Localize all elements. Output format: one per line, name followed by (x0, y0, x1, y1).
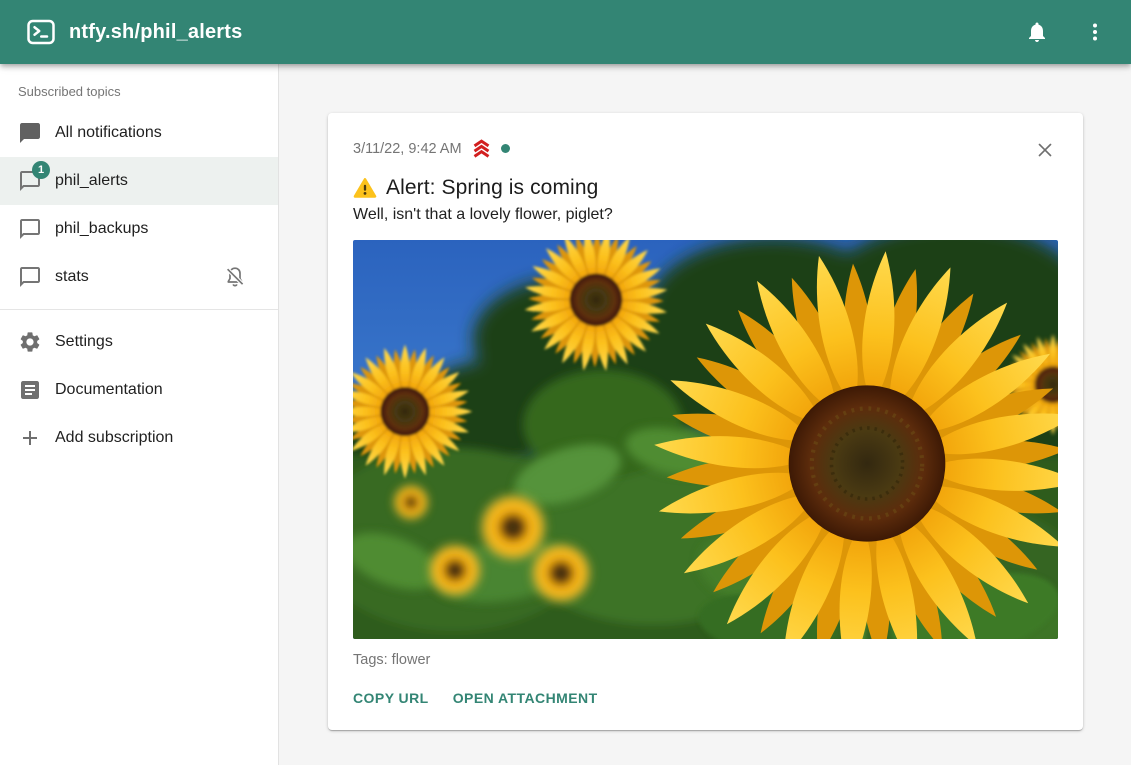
sidebar-divider (0, 309, 278, 310)
close-icon (1034, 139, 1056, 161)
chat-bubble-outline-icon (18, 265, 42, 289)
sidebar-item-phil-alerts[interactable]: 1 phil_alerts (0, 157, 278, 205)
sidebar-item-phil-backups[interactable]: phil_backups (0, 205, 278, 253)
kebab-menu-icon (1083, 20, 1107, 44)
unread-count-badge: 1 (32, 161, 50, 179)
sidebar-item-label: phil_backups (55, 220, 148, 238)
warning-emoji (353, 176, 377, 200)
notification-meta: 3/11/22, 9:42 AM (353, 138, 510, 159)
notification-actions: COPY URL OPEN ATTACHMENT (345, 682, 1058, 714)
open-attachment-button[interactable]: OPEN ATTACHMENT (445, 682, 606, 714)
subscribed-topics-label: Subscribed topics (0, 68, 278, 109)
article-icon (18, 378, 42, 402)
priority-max-icon (471, 138, 492, 159)
overflow-menu-button[interactable] (1079, 16, 1111, 48)
app-bar: ntfy.sh/phil_alerts (0, 0, 1131, 64)
plus-icon (18, 426, 42, 450)
ntfy-logo-icon[interactable] (26, 17, 56, 47)
sidebar-item-all-notifications[interactable]: All notifications (0, 109, 278, 157)
sidebar-item-settings[interactable]: Settings (0, 318, 278, 366)
chat-bubble-outline-icon: 1 (18, 169, 42, 193)
sidebar-item-label: All notifications (55, 124, 162, 142)
sidebar-item-label: Documentation (55, 381, 163, 399)
chat-bubble-filled-icon (18, 121, 42, 145)
app-root: ntfy.sh/phil_alerts Subscribed topics (0, 0, 1131, 765)
notifications-bell-button[interactable] (1021, 16, 1053, 48)
gear-icon (18, 330, 42, 354)
notifications-off-icon (223, 265, 247, 289)
notification-header: 3/11/22, 9:42 AM (353, 133, 1058, 167)
unread-dot (501, 144, 510, 153)
sidebar-item-label: stats (55, 268, 89, 286)
attachment-image[interactable] (353, 240, 1058, 639)
notification-body: Well, isn't that a lovely flower, piglet… (353, 206, 1058, 224)
sidebar-item-add-subscription[interactable]: Add subscription (0, 414, 278, 462)
sidebar-item-stats[interactable]: stats (0, 253, 278, 301)
topic-list: All notifications 1 phil_alerts phil_bac… (0, 109, 278, 301)
sidebar-item-label: Settings (55, 333, 113, 351)
notification-title-text: Alert: Spring is coming (386, 176, 598, 200)
notification-timestamp: 3/11/22, 9:42 AM (353, 141, 462, 157)
notification-card: 3/11/22, 9:42 AM (328, 113, 1083, 730)
copy-url-button[interactable]: COPY URL (345, 682, 437, 714)
sidebar: Subscribed topics All notifications 1 ph… (0, 64, 279, 765)
appbar-actions (1021, 16, 1111, 48)
notification-tags: Tags: flower (353, 652, 1058, 668)
close-notification-button[interactable] (1028, 133, 1062, 167)
sidebar-item-label: phil_alerts (55, 172, 128, 190)
bell-icon (1025, 20, 1049, 44)
sidebar-item-documentation[interactable]: Documentation (0, 366, 278, 414)
main-content: 3/11/22, 9:42 AM (280, 64, 1131, 765)
sidebar-item-label: Add subscription (55, 429, 173, 447)
sidebar-menu: Settings Documentation Add subscription (0, 318, 278, 462)
app-title: ntfy.sh/phil_alerts (69, 21, 242, 44)
notification-title: Alert: Spring is coming (353, 176, 1058, 200)
sunflower-photo (353, 240, 1058, 639)
chat-bubble-outline-icon (18, 217, 42, 241)
